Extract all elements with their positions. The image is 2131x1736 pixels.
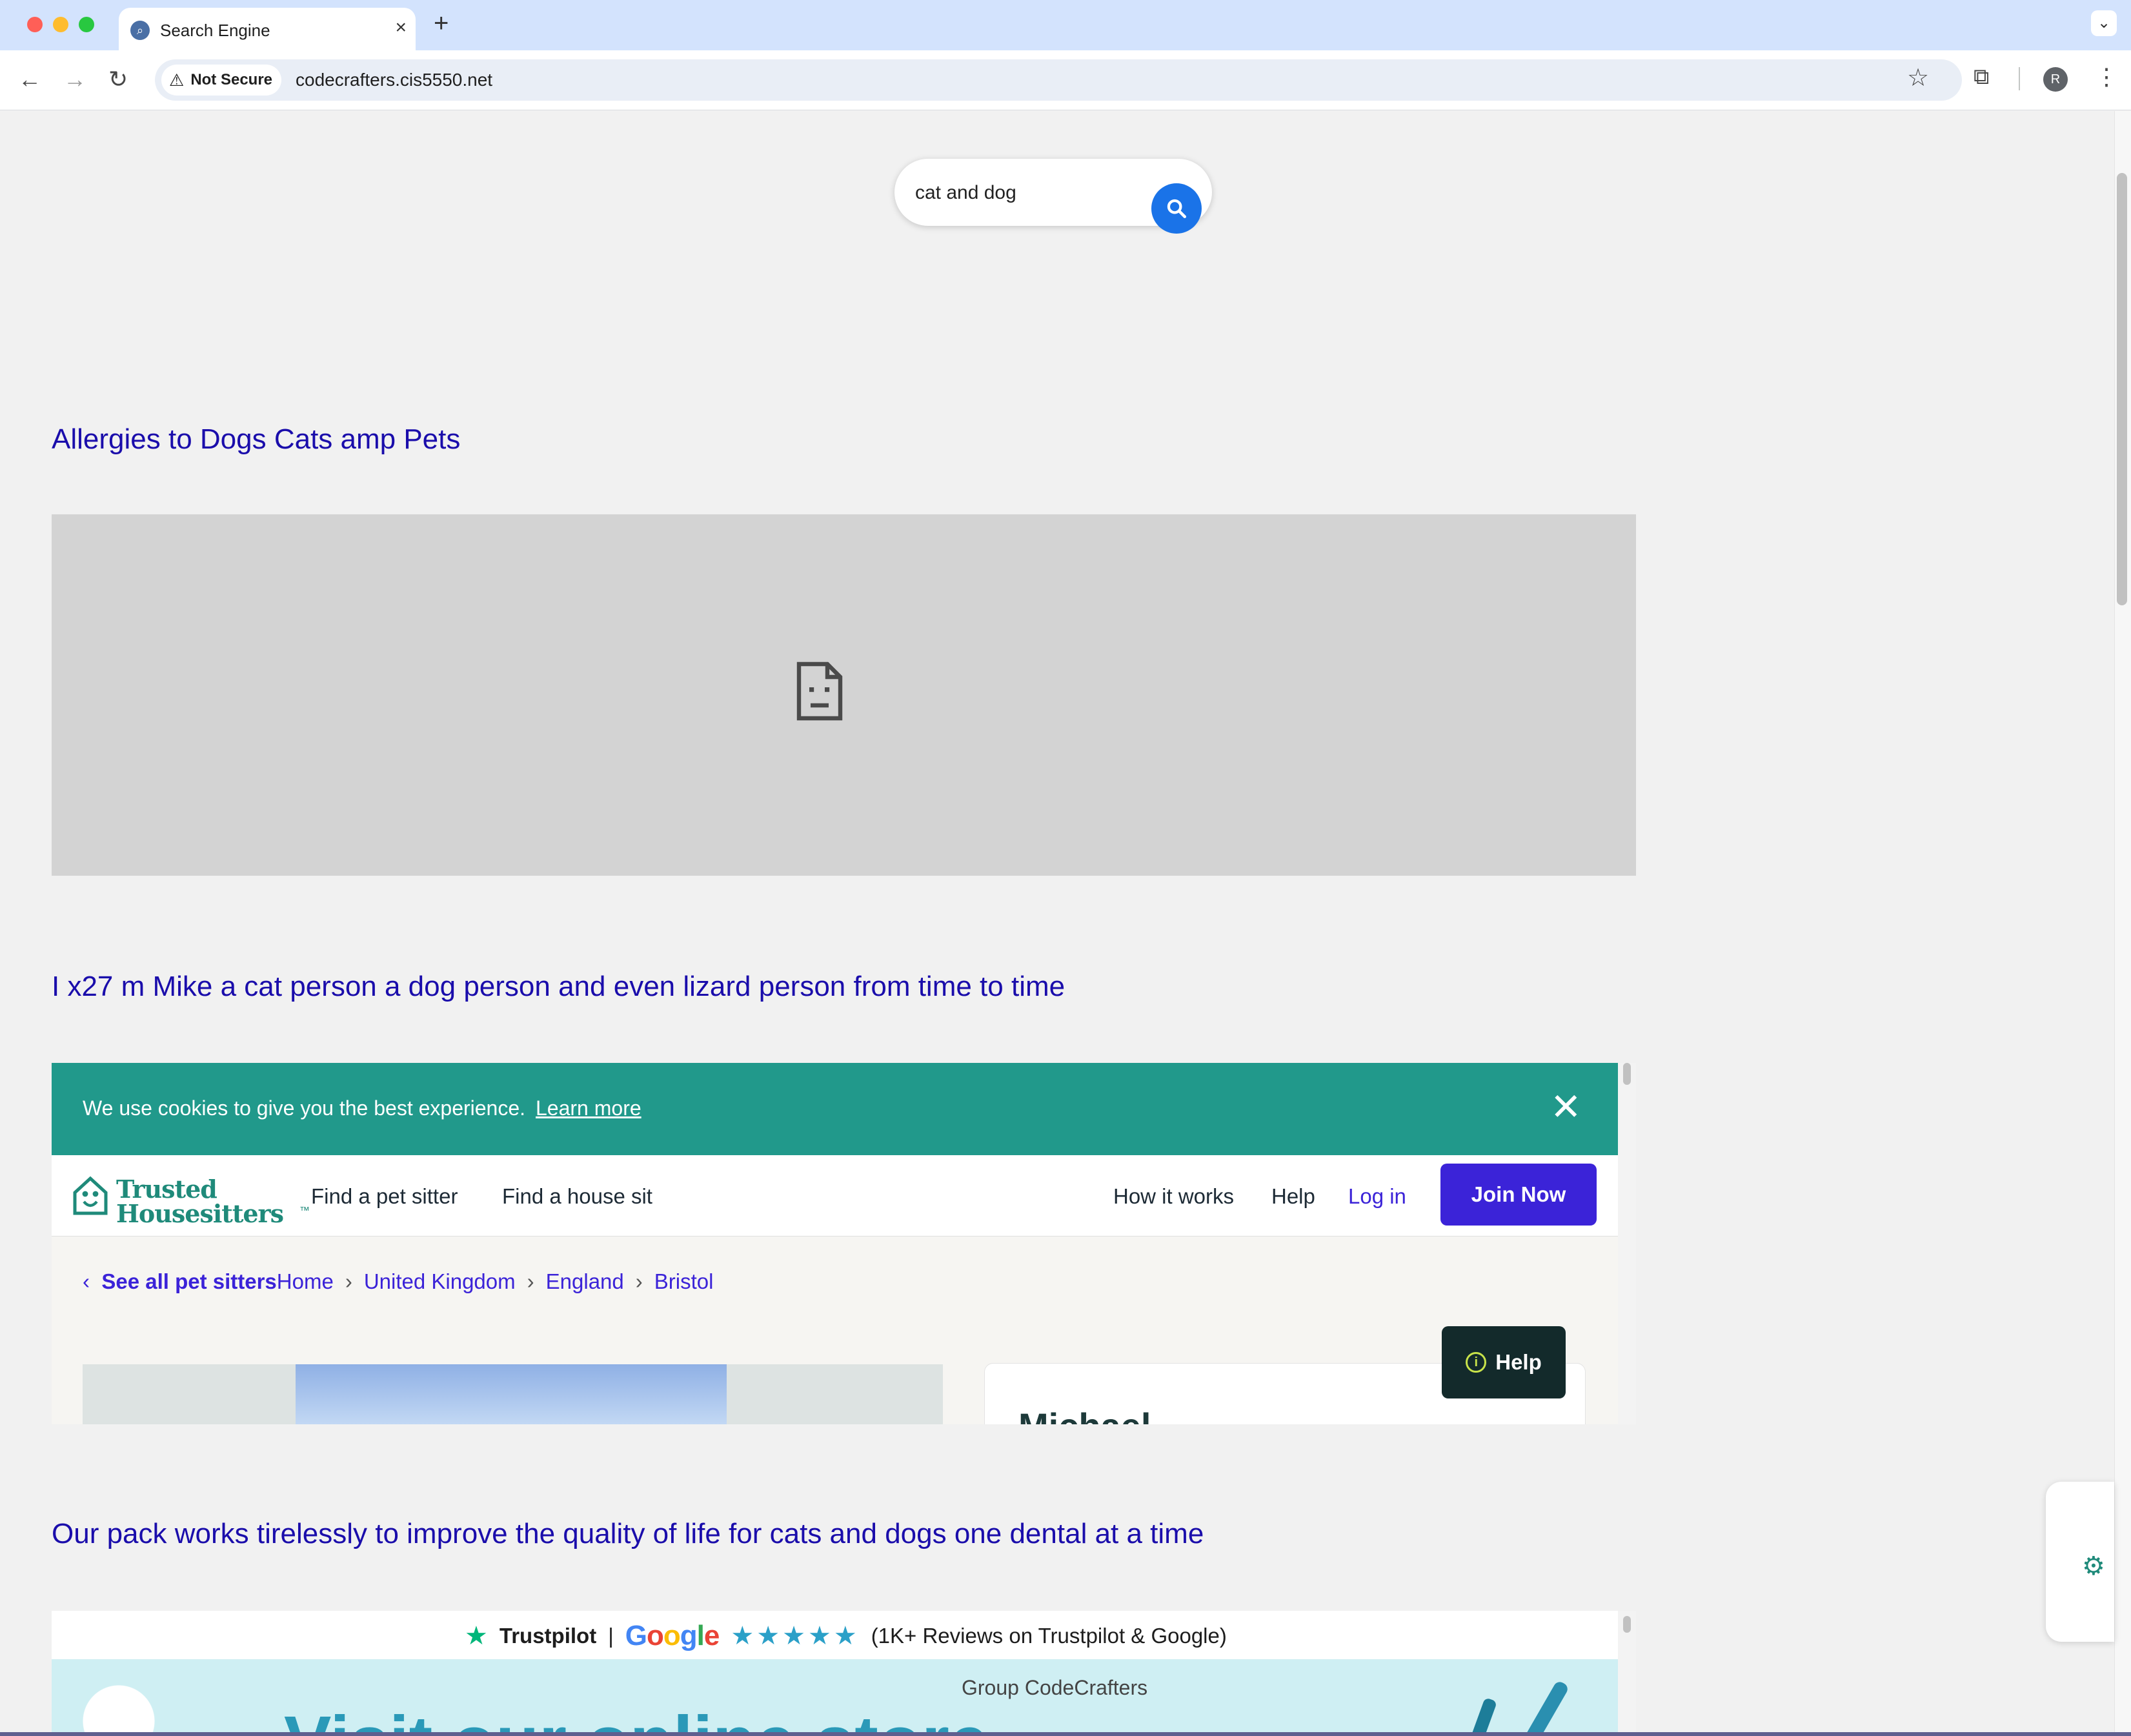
toothbrush-image bbox=[1466, 1682, 1568, 1736]
page-scrollbar-thumb[interactable] bbox=[2117, 173, 2127, 605]
trustpilot-star-icon: ★ bbox=[465, 1622, 488, 1650]
separator: | bbox=[608, 1624, 614, 1648]
extensions-puzzle-icon[interactable]: ⧉ bbox=[1974, 65, 1989, 90]
frame-scrollbar-thumb[interactable] bbox=[1623, 1063, 1631, 1085]
tab-search-chevron-icon[interactable]: ⌄ bbox=[2091, 10, 2117, 36]
store-banner[interactable]: Group CodeCrafters Visit our online stor… bbox=[52, 1659, 1618, 1736]
dental-toy-image bbox=[52, 1679, 219, 1736]
sitter-photo-image bbox=[296, 1364, 727, 1424]
settings-gear-icon[interactable]: ⚙ bbox=[2082, 1551, 2105, 1581]
breadcrumb-bristol[interactable]: Bristol bbox=[654, 1269, 714, 1293]
minimize-window-button[interactable] bbox=[53, 17, 68, 32]
chevron-left-icon: ‹ bbox=[83, 1269, 102, 1293]
sitter-name: Michael bbox=[1018, 1405, 1151, 1424]
see-all-pet-sitters-link[interactable]: See all pet sitters bbox=[101, 1269, 276, 1293]
store-headline: Visit our online store bbox=[284, 1701, 989, 1736]
result-title-1[interactable]: Allergies to Dogs Cats amp Pets bbox=[52, 423, 460, 456]
google-wordmark: Google bbox=[625, 1620, 720, 1652]
chevron-right-icon: › bbox=[635, 1269, 643, 1293]
search-input[interactable] bbox=[914, 177, 1136, 209]
magnifier-icon bbox=[1167, 199, 1187, 219]
result-preview-frame-3: ★ Trustpilot | Google ★★★★★ (1K+ Reviews… bbox=[52, 1611, 1636, 1736]
reviews-text: (1K+ Reviews on Trustpilot & Google) bbox=[871, 1624, 1227, 1648]
frame-scrollbar[interactable] bbox=[1618, 1611, 1636, 1736]
site-navbar: Trusted Housesitters ™ Find a pet sitter… bbox=[52, 1155, 1618, 1236]
security-label: Not Secure bbox=[190, 71, 273, 88]
house-logo-icon bbox=[73, 1176, 108, 1215]
google-letter: l bbox=[696, 1620, 705, 1651]
toolbar-divider bbox=[2019, 67, 2020, 90]
tab-strip: ⌕ Search Engine × + ⌄ bbox=[0, 0, 2131, 50]
sitter-photo bbox=[83, 1364, 943, 1424]
google-letter: e bbox=[703, 1620, 720, 1651]
logo-trademark: ™ bbox=[299, 1206, 310, 1216]
browser-toolbar: ← → ↻ ⚠ Not Secure codecrafters.cis5550.… bbox=[0, 50, 2131, 110]
trustpilot-label: Trustpilot bbox=[499, 1624, 597, 1648]
google-letter: g bbox=[680, 1620, 698, 1651]
result-title-2[interactable]: I x27 m Mike a cat person a dog person a… bbox=[52, 971, 1065, 1003]
forward-arrow-icon[interactable]: → bbox=[63, 63, 86, 96]
search-button[interactable] bbox=[1151, 183, 1202, 234]
info-icon: i bbox=[1466, 1352, 1487, 1373]
help-bubble-button[interactable]: i Help bbox=[1442, 1326, 1566, 1398]
side-widget[interactable]: ⚙ bbox=[2046, 1482, 2114, 1642]
warning-icon: ⚠ bbox=[169, 70, 185, 90]
nav-find-house-sit[interactable]: Find a house sit bbox=[502, 1184, 652, 1209]
group-label: Group CodeCrafters bbox=[962, 1676, 1148, 1699]
security-chip[interactable]: ⚠ Not Secure bbox=[161, 65, 282, 96]
breadcrumb-england[interactable]: England bbox=[546, 1269, 624, 1293]
reload-icon[interactable]: ↻ bbox=[108, 63, 128, 96]
nav-find-pet-sitter[interactable]: Find a pet sitter bbox=[311, 1184, 458, 1209]
chevron-right-icon: › bbox=[527, 1269, 534, 1293]
frame-scrollbar[interactable] bbox=[1618, 1063, 1636, 1424]
google-letter: o bbox=[663, 1620, 681, 1651]
more-menu-icon[interactable]: ⋮ bbox=[2095, 63, 2118, 90]
nav-how-it-works[interactable]: How it works bbox=[1113, 1184, 1234, 1209]
url-text[interactable]: codecrafters.cis5550.net bbox=[296, 70, 492, 90]
learn-more-link[interactable]: Learn more bbox=[536, 1096, 641, 1120]
close-window-button[interactable] bbox=[27, 17, 43, 32]
chevron-right-icon: › bbox=[345, 1269, 352, 1293]
google-letter: o bbox=[647, 1620, 664, 1651]
join-now-button[interactable]: Join Now bbox=[1440, 1164, 1597, 1226]
tab-title: Search Engine bbox=[160, 21, 270, 40]
new-tab-button[interactable]: + bbox=[434, 9, 449, 38]
breadcrumb-united-kingdom[interactable]: United Kingdom bbox=[364, 1269, 516, 1293]
trust-bar: ★ Trustpilot | Google ★★★★★ (1K+ Reviews… bbox=[52, 1611, 1618, 1659]
result-preview-frame-2: We use cookies to give you the best expe… bbox=[52, 1063, 1636, 1424]
google-letter: G bbox=[625, 1620, 647, 1651]
window-bottom-edge bbox=[0, 1732, 2131, 1736]
broken-page-icon bbox=[796, 661, 843, 721]
result-title-3[interactable]: Our pack works tirelessly to improve the… bbox=[52, 1518, 1204, 1550]
breadcrumb: ‹ See all pet sittersHome › United Kingdom… bbox=[83, 1269, 713, 1294]
nav-help[interactable]: Help bbox=[1271, 1184, 1315, 1209]
bookmark-star-icon[interactable]: ☆ bbox=[1907, 63, 1929, 92]
active-tab[interactable]: ⌕ Search Engine × bbox=[119, 8, 416, 50]
search-favicon-icon: ⌕ bbox=[130, 21, 150, 40]
profile-avatar[interactable]: R bbox=[2043, 67, 2068, 92]
tab-close-icon[interactable]: × bbox=[395, 17, 407, 39]
frame-scrollbar-thumb[interactable] bbox=[1623, 1616, 1631, 1633]
help-bubble-label: Help bbox=[1495, 1350, 1542, 1374]
close-icon[interactable]: ✕ bbox=[1550, 1089, 1582, 1126]
search-box bbox=[894, 159, 1212, 234]
back-arrow-icon[interactable]: ← bbox=[18, 63, 41, 96]
cookie-banner: We use cookies to give you the best expe… bbox=[52, 1063, 1618, 1155]
result-preview-frame-1 bbox=[52, 514, 1636, 876]
address-bar[interactable]: ⚠ Not Secure codecrafters.cis5550.net bbox=[155, 59, 1962, 101]
logo-text-line2: Housesitters bbox=[116, 1199, 284, 1228]
breadcrumb-home[interactable]: Home bbox=[277, 1269, 334, 1293]
maximize-window-button[interactable] bbox=[79, 17, 94, 32]
nav-login[interactable]: Log in bbox=[1348, 1184, 1406, 1209]
cookie-text: We use cookies to give you the best expe… bbox=[83, 1096, 526, 1120]
rating-stars: ★★★★★ bbox=[731, 1622, 860, 1650]
